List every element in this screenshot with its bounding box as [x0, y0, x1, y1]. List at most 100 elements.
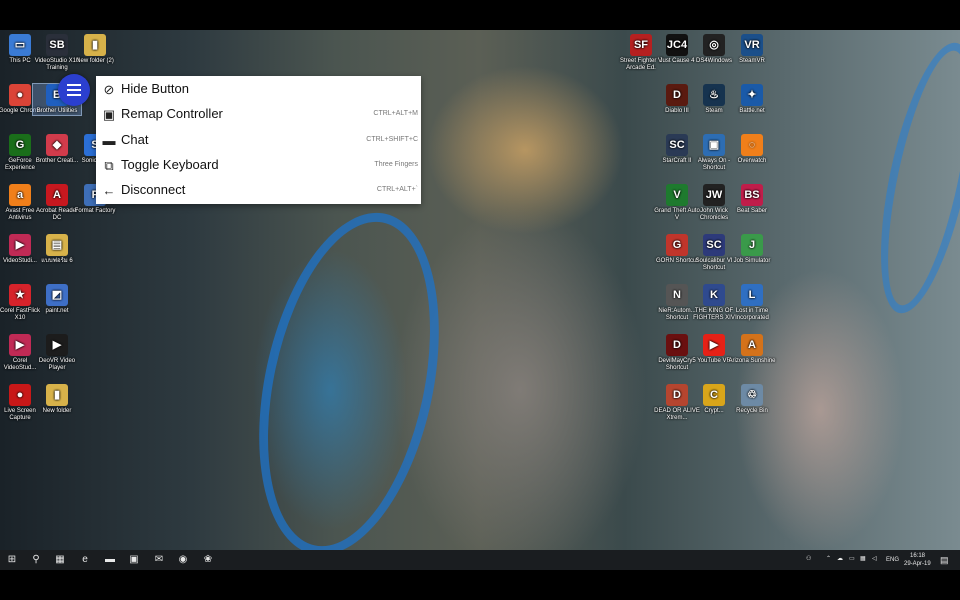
desktop-icon[interactable]: ▮ New folder (2)	[71, 34, 119, 65]
app-icon: ▮	[84, 34, 106, 56]
wallpaper-racket	[230, 196, 468, 570]
stream-context-menu: ⊘ Hide Button ▣ Remap Controller CTRL+ALT+M ▬…	[96, 76, 421, 204]
gamepad-icon: ▣	[102, 107, 116, 122]
clock-time[interactable]: 16:18	[910, 553, 925, 559]
menu-item-gamepad[interactable]: ▣ Remap Controller CTRL+ALT+M	[96, 102, 421, 127]
taskbar: ⊞ ⚲ ▦ e ▬ ▣ ✉ ◉ ❀ ⚇ ⌃ ☁ ▭ ▦ ◁ ENG 16:18 29-Apr-1…	[0, 550, 960, 570]
language-indicator[interactable]: ENG	[886, 557, 899, 563]
app-icon[interactable]: ❀	[198, 550, 218, 570]
app-icon: SC	[703, 234, 725, 256]
desktop-icon-label: Job Simulator	[733, 258, 771, 264]
file-explorer-icon[interactable]: ▬	[100, 550, 120, 570]
keyboard-icon: ⧉	[104, 158, 114, 173]
desktop-icon-label: New folder	[42, 408, 72, 414]
app-icon: BS	[741, 184, 763, 206]
desktop-icon[interactable]: ▮ New folder	[33, 384, 81, 415]
desktop-icon-label: Arizona Sunshine	[728, 358, 776, 364]
windows-start-icon[interactable]: ⊞	[2, 550, 22, 570]
menu-item-label: Disconnect	[121, 182, 186, 197]
chat-icon: ▬	[102, 133, 116, 148]
menu-item-label: Hide Button	[121, 81, 189, 96]
app-icon: ●	[9, 84, 31, 106]
menu-item-shortcut: CTRL+SHIFT+C	[366, 136, 418, 143]
app-icon: ✦	[741, 84, 763, 106]
app-icon: A	[46, 184, 68, 206]
app-icon: V	[666, 184, 688, 206]
menu-item-chat[interactable]: ▬ Chat CTRL+SHIFT+C	[96, 128, 421, 153]
app-icon: ♨	[703, 84, 725, 106]
app-icon: ◩	[46, 284, 68, 306]
desktop-icon-label: Brother Utilities	[36, 108, 78, 114]
volume-icon[interactable]: ◁	[872, 555, 877, 562]
app-icon: ▶	[46, 334, 68, 356]
desktop-icon[interactable]: ✦ Battle.net	[728, 84, 776, 115]
app-icon: ◎	[703, 34, 725, 56]
app-icon: A	[741, 334, 763, 356]
network-icon[interactable]: ▦	[860, 555, 866, 562]
app-icon: D	[666, 384, 688, 406]
desktop-icon-label: Battle.net	[739, 108, 765, 114]
app-icon: ▶	[703, 334, 725, 356]
clock-date[interactable]: 29-Apr-19	[904, 561, 931, 567]
desktop-icon-label: Format Factory	[74, 208, 116, 214]
app-icon: VR	[741, 34, 763, 56]
stream-menu-button[interactable]	[58, 74, 90, 106]
desktop-icon[interactable]: ◌ Overwatch	[728, 134, 776, 165]
app-icon: JC4	[666, 34, 688, 56]
desktop-icon-label: Beat Saber	[736, 208, 768, 214]
app-icon: SC	[666, 134, 688, 156]
eye-off-icon: ⊘	[103, 82, 115, 97]
app-icon: a	[9, 184, 31, 206]
app-icon: J	[741, 234, 763, 256]
battery-icon[interactable]: ▭	[849, 555, 855, 562]
show-hidden-icons-icon[interactable]: ⌃	[826, 555, 831, 562]
app-icon: ▣	[703, 134, 725, 156]
onedrive-icon[interactable]: ☁	[837, 555, 843, 562]
desktop-icon-label: แบบฟอร์ม 6	[41, 258, 73, 264]
mail-icon[interactable]: ✉	[149, 550, 169, 570]
app-icon: ▭	[9, 34, 31, 56]
desktop-icon-label: Overwatch	[737, 158, 767, 164]
store-icon[interactable]: ▣	[124, 550, 144, 570]
app-icon: JW	[703, 184, 725, 206]
arrow-left-icon: ←	[102, 183, 116, 198]
desktop-icon[interactable]: BS Beat Saber	[728, 184, 776, 215]
app-icon: G	[9, 134, 31, 156]
app-icon: ▮	[46, 384, 68, 406]
notifications-icon[interactable]: ▤	[940, 555, 949, 566]
app-icon: D	[666, 84, 688, 106]
desktop-icon-label: SteamVR	[739, 58, 765, 64]
app-icon: ▶	[9, 234, 31, 256]
desktop-icon[interactable]: ▶ DeoVR Video Player	[33, 334, 81, 372]
desktop-icon-label: New folder (2)	[76, 58, 114, 64]
desktop-icon[interactable]: ◩ paint.net	[33, 284, 81, 315]
app-icon: ◌	[741, 134, 763, 156]
menu-item-label: Remap Controller	[121, 106, 223, 121]
desktop-icon-label: DeoVR Video Player	[38, 358, 76, 371]
menu-item-arrow-left[interactable]: ← Disconnect CTRL+ALT+`	[96, 178, 421, 203]
app-icon: C	[703, 384, 725, 406]
people-icon[interactable]: ⚇	[806, 555, 811, 562]
menu-item-label: Toggle Keyboard	[121, 157, 219, 172]
app-icon: ▤	[46, 234, 68, 256]
app-icon: G	[666, 234, 688, 256]
menu-item-keyboard[interactable]: ⧉ Toggle Keyboard Three Fingers	[96, 153, 421, 178]
chrome-icon[interactable]: ◉	[173, 550, 193, 570]
desktop-icon[interactable]: J Job Simulator	[728, 234, 776, 265]
desktop-icon[interactable]: L Lost in Time Incorporated	[728, 284, 776, 322]
desktop-icon-label: Lost in Time Incorporated	[735, 308, 769, 321]
task-view-icon[interactable]: ▦	[50, 550, 70, 570]
app-icon: ◆	[46, 134, 68, 156]
app-icon: SF	[630, 34, 652, 56]
search-icon[interactable]: ⚲	[26, 550, 46, 570]
app-icon: D	[666, 334, 688, 356]
desktop-icon[interactable]: ▤ แบบฟอร์ม 6	[33, 234, 81, 265]
desktop-icon[interactable]: VR SteamVR	[728, 34, 776, 65]
app-icon: SB	[46, 34, 68, 56]
desktop-icon[interactable]: ♲ Recycle Bin	[728, 384, 776, 415]
edge-icon[interactable]: e	[75, 550, 95, 570]
app-icon: K	[703, 284, 725, 306]
menu-item-eye-off[interactable]: ⊘ Hide Button	[96, 77, 421, 102]
desktop-icon[interactable]: A Arizona Sunshine	[728, 334, 776, 365]
desktop-icon-label: paint.net	[45, 308, 69, 314]
